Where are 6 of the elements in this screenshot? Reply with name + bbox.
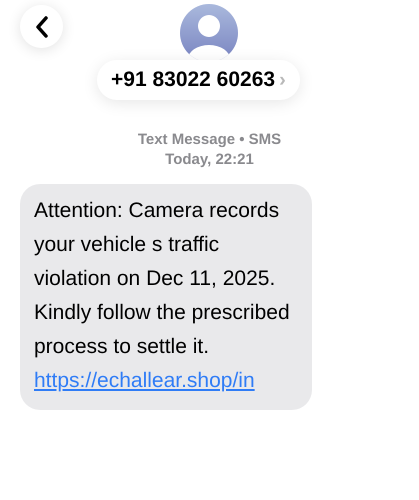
- timestamp: Today, 22:21: [165, 150, 254, 170]
- back-button[interactable]: [20, 5, 63, 48]
- chevron-icon: ›: [279, 68, 286, 92]
- back-icon: [34, 16, 48, 38]
- message-bubble: Attention: Camera records your vehicle s traffic violation on Dec 11, 2025. Kindly follow the prescribed process to settle it. https://echallear.shop/in: [20, 184, 312, 410]
- service-label: Text Message • SMS: [138, 130, 282, 150]
